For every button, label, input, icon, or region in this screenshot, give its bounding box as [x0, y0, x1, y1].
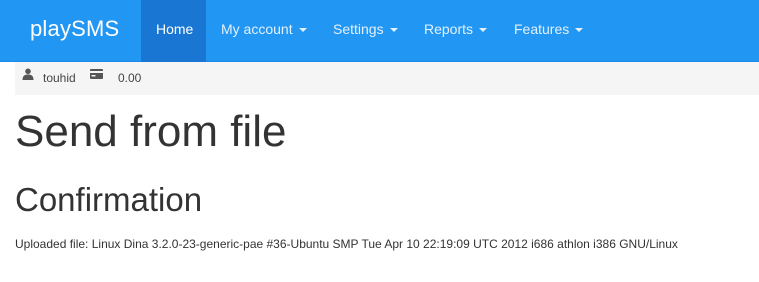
- top-navbar: playSMS Home My account Settings Reports…: [0, 0, 759, 62]
- uploaded-file-info: Uploaded file: Linux Dina 3.2.0-23-gener…: [15, 236, 678, 252]
- credit-balance: 0.00: [118, 71, 142, 85]
- nav-settings[interactable]: Settings: [318, 0, 413, 62]
- section-title: Confirmation: [15, 181, 203, 218]
- nav-features[interactable]: Features: [499, 0, 598, 62]
- caret-down-icon: [479, 28, 488, 33]
- caret-down-icon: [389, 28, 398, 33]
- username[interactable]: touhid: [43, 71, 76, 85]
- nav-home-label: Home: [156, 21, 194, 37]
- uploaded-file-value: Linux Dina 3.2.0-23-generic-pae #36-Ubun…: [91, 237, 678, 251]
- nav-my-account-label: My account: [221, 21, 293, 37]
- uploaded-file-label: Uploaded file:: [15, 237, 89, 251]
- caret-down-icon: [298, 28, 307, 33]
- credit-card-icon: [90, 69, 103, 79]
- brand-logo[interactable]: playSMS: [30, 0, 119, 62]
- nav-home[interactable]: Home: [141, 0, 206, 62]
- page-title: Send from file: [15, 107, 287, 156]
- user-icon: [22, 68, 34, 80]
- nav-reports[interactable]: Reports: [409, 0, 502, 62]
- nav-reports-label: Reports: [424, 21, 474, 37]
- nav-my-account[interactable]: My account: [206, 0, 322, 62]
- user-info-bar: touhid 0.00: [15, 62, 759, 95]
- caret-down-icon: [575, 28, 584, 33]
- nav-settings-label: Settings: [333, 21, 384, 37]
- nav-features-label: Features: [514, 21, 570, 37]
